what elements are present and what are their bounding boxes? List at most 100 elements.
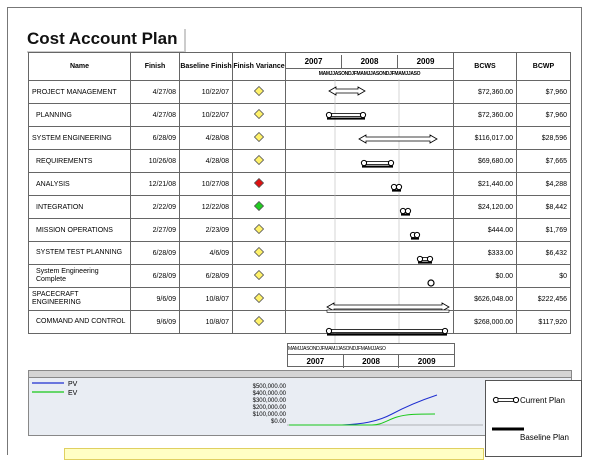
col-header-name[interactable]: Name: [28, 52, 131, 81]
year-label: 2007: [288, 355, 344, 368]
ev-line-icon: [32, 391, 64, 393]
variance-diamond-icon: [253, 108, 265, 120]
table-header-row: Name Finish Baseline Finish Finish Varia…: [28, 52, 571, 81]
baseline-finish-cell: 12/22/08: [179, 195, 233, 219]
y-axis-label: $300,000.00: [252, 398, 286, 404]
bcwp-cell: $0: [516, 264, 571, 288]
task-bar-end: [404, 207, 412, 215]
task-bar-end: [359, 111, 367, 119]
legend-pv-label: PV: [67, 381, 78, 388]
col-header-timeline: 2007 2008 2009 MAMJJASONDJFMAMJJASONDJFM…: [285, 52, 454, 81]
finish-cell: 10/26/08: [130, 149, 180, 173]
bcws-cell: $116,017.00: [453, 126, 517, 150]
year-label: 2009: [417, 357, 436, 366]
bcws-cell: $268,000.00: [453, 310, 517, 334]
baseline-finish-cell: 10/22/07: [179, 80, 233, 104]
finish-variance-cell: [232, 149, 286, 173]
baseline-finish-cell: 10/27/08: [179, 172, 233, 196]
baseline-finish-cell: 10/22/07: [179, 103, 233, 127]
task-name-cell: COMMAND AND CONTROL: [28, 310, 131, 334]
bcwp-cell: $7,665: [516, 149, 571, 173]
task-bar-end: [413, 231, 421, 239]
gantt-chart: [325, 79, 450, 343]
current-plan-label: Current Plan: [520, 396, 565, 405]
baseline-finish-cell: 10/8/07: [179, 310, 233, 334]
finish-variance-cell: [232, 195, 286, 219]
finish-variance-cell: [232, 264, 286, 288]
timeline-month-strip: MAMJJASONDJFMAMJJASONDJFMAMJJASO: [318, 70, 421, 77]
task-name-cell: System Engineering Complete: [28, 264, 131, 288]
variance-diamond-icon: [253, 154, 265, 166]
finish-cell: 4/27/08: [130, 80, 180, 104]
variance-diamond-icon: [253, 200, 265, 212]
task-bar-end: [395, 183, 403, 191]
bcwp-cell: $8,442: [516, 195, 571, 219]
task-name-cell: PLANNING: [28, 103, 131, 127]
timeline-footer: MAMJJASONDJFMAMJJASONDJFMAMJJASO 2007 20…: [287, 343, 455, 368]
task-bar-start: [416, 255, 424, 263]
bcws-cell: $21,440.00: [453, 172, 517, 196]
legend-ev-label: EV: [67, 390, 78, 397]
timeline-year-row: 2007 2008 2009: [288, 355, 454, 368]
task-name-cell: ANALYSIS: [28, 172, 131, 196]
col-header-bcwp[interactable]: BCWP: [516, 52, 571, 81]
finish-cell: 6/28/09: [130, 264, 180, 288]
task-bar-start: [399, 207, 407, 215]
bcws-cell: $444.00: [453, 218, 517, 242]
baseline-finish-cell: 2/23/09: [179, 218, 233, 242]
bcwp-cell: $4,288: [516, 172, 571, 196]
y-axis-label: $400,000.00: [252, 391, 286, 397]
task-bar-end: [441, 327, 449, 335]
finish-cell: 4/27/08: [130, 103, 180, 127]
task-bar: [328, 328, 446, 333]
plan-legend-box: Current Plan Baseline Plan: [485, 380, 582, 457]
task-bar: [328, 113, 364, 118]
col-header-finish-variance[interactable]: Finish Variance: [232, 52, 286, 81]
baseline-finish-cell: 4/6/09: [179, 241, 233, 265]
col-header-bcws[interactable]: BCWS: [453, 52, 517, 81]
bcwp-cell: $222,456: [516, 287, 571, 311]
y-axis-label: $500,000.00: [252, 384, 286, 390]
task-name-cell: SPACECRAFT ENGINEERING: [28, 287, 131, 311]
finish-variance-cell: [232, 287, 286, 311]
col-header-baseline-finish[interactable]: Baseline Finish: [179, 52, 233, 81]
page-title: Cost Account Plan: [27, 29, 186, 53]
bcws-cell: $24,120.00: [453, 195, 517, 219]
finish-cell: 2/22/09: [130, 195, 180, 219]
baseline-plan-label: Baseline Plan: [520, 433, 569, 442]
col-header-finish[interactable]: Finish: [130, 52, 180, 81]
variance-diamond-icon: [253, 223, 265, 235]
finish-cell: 6/28/09: [130, 241, 180, 265]
baseline-bar: [418, 261, 432, 264]
current-plan-icon: [492, 396, 520, 404]
bcws-cell: $69,680.00: [453, 149, 517, 173]
bcwp-cell: $117,920: [516, 310, 571, 334]
baseline-bar: [392, 189, 401, 192]
task-bar: [363, 161, 392, 166]
bcws-cell: $0.00: [453, 264, 517, 288]
baseline-finish-cell: 10/8/07: [179, 287, 233, 311]
bcws-cell: $626,048.00: [453, 287, 517, 311]
milestone-marker: [427, 279, 435, 287]
y-axis-label: $100,000.00: [252, 412, 286, 418]
finish-variance-cell: [232, 126, 286, 150]
summary-bar: [328, 86, 366, 96]
task-name-cell: SYSTEM TEST PLANNING: [28, 241, 131, 265]
timeline-month-strip: MAMJJASONDJFMAMJJASONDJFMAMJJASO: [288, 344, 454, 355]
finish-variance-cell: [232, 172, 286, 196]
task-bar-start: [390, 183, 398, 191]
variance-diamond-icon: [253, 269, 265, 281]
variance-diamond-icon: [253, 292, 265, 304]
legend-ev: EV: [32, 389, 77, 397]
finish-cell: 9/6/09: [130, 310, 180, 334]
task-name-cell: MISSION OPERATIONS: [28, 218, 131, 242]
baseline-finish-cell: 4/28/08: [179, 126, 233, 150]
baseline-finish-cell: 4/28/08: [179, 149, 233, 173]
task-name-cell: SYSTEM ENGINEERING: [28, 126, 131, 150]
task-bar-start: [325, 111, 333, 119]
task-name-cell: REQUIREMENTS: [28, 149, 131, 173]
finish-cell: 6/28/09: [130, 126, 180, 150]
bcwp-cell: $1,769: [516, 218, 571, 242]
bcws-cell: $72,360.00: [453, 80, 517, 104]
finish-variance-cell: [232, 218, 286, 242]
